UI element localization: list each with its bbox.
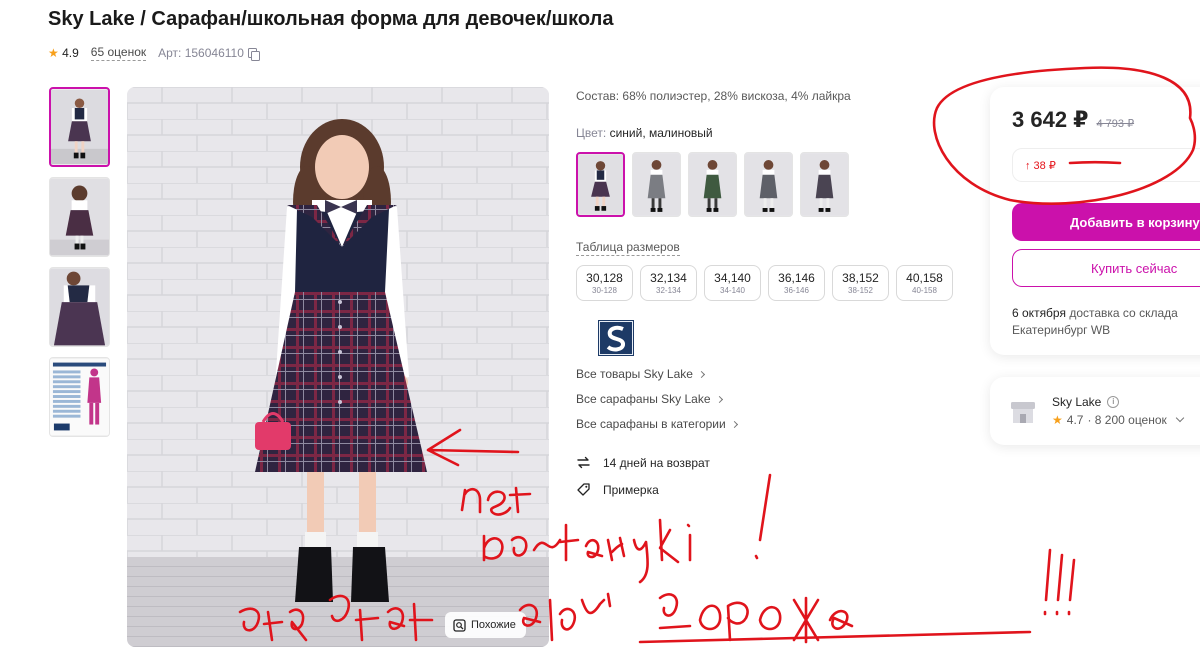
product-meta: ★ 4.9 65 оценок Арт: 156046110	[48, 45, 260, 61]
color-value: синий, малиновый	[609, 126, 713, 140]
chevron-right-icon	[730, 420, 738, 428]
size-option[interactable]: 32,134 32-134	[640, 265, 697, 301]
link-brand-sundresses[interactable]: Все сарафаны Sky Lake	[576, 392, 737, 406]
features: 14 дней на возврат Примерка	[576, 455, 710, 497]
color-label: Цвет:	[576, 126, 607, 140]
handwritten-dorozhe	[658, 593, 854, 644]
store-icon	[1011, 402, 1035, 423]
star-icon: ★	[48, 46, 59, 60]
color-swatch-2[interactable]	[632, 152, 681, 217]
thumbnail-3[interactable]	[49, 267, 110, 347]
star-icon: ★	[1052, 413, 1063, 427]
feature-fitting: Примерка	[576, 482, 710, 497]
thumbnail-list	[49, 87, 110, 437]
delivery-info: 6 октября доставка со склада Екатеринбур…	[1012, 305, 1200, 339]
add-to-cart-button[interactable]: Добавить в корзину	[1012, 203, 1200, 241]
color-swatch-3[interactable]	[688, 152, 737, 217]
seller-card[interactable]: Sky Lake i ★ 4.7 · 8 200 оценок	[990, 377, 1200, 445]
product-title: Sky Lake / Сарафан/школьная форма для де…	[48, 8, 614, 30]
size-option[interactable]: 34,140 34-140	[704, 265, 761, 301]
price-change-badge[interactable]: ↑ 38 ₽	[1012, 148, 1200, 182]
seller-name[interactable]: Sky Lake i	[1052, 395, 1120, 409]
exclamation-annotation-triple	[1043, 548, 1076, 616]
size-table-link[interactable]: Таблица размеров	[576, 240, 680, 256]
copy-icon[interactable]	[247, 47, 260, 61]
old-price: 4 793 ₽	[1096, 118, 1135, 130]
link-all-brand-items[interactable]: Все товары Sky Lake	[576, 367, 737, 381]
thumbnail-2[interactable]	[49, 177, 110, 257]
price-row: 3 642 ₽ 4 793 ₽	[1012, 107, 1134, 133]
underline-annotation	[638, 630, 1032, 644]
similar-icon	[453, 618, 466, 632]
return-icon	[577, 456, 590, 469]
info-icon[interactable]: i	[1107, 396, 1120, 408]
color-line: Цвет: синий, малиновый	[576, 126, 713, 140]
thumbnail-4-size-chart[interactable]	[49, 357, 110, 437]
reviews-link[interactable]: 65 оценок	[90, 45, 147, 61]
size-option[interactable]: 36,146 36-146	[768, 265, 825, 301]
current-price: 3 642 ₽	[1012, 107, 1089, 132]
seller-rating[interactable]: ★ 4.7 · 8 200 оценок	[1052, 413, 1185, 427]
handwritten-ki	[658, 518, 692, 564]
link-category-sundresses[interactable]: Все сарафаны в категории	[576, 417, 738, 431]
chevron-right-icon	[697, 370, 705, 378]
composition: Состав: 68% полиэстер, 28% вискоза, 4% л…	[576, 89, 851, 103]
chevron-down-icon	[1175, 413, 1185, 423]
brand-links: Все товары Sky Lake Все сарафаны Sky Lak…	[576, 367, 738, 431]
size-selector: 30,128 30-128 32,134 32-134 34,140 34-140 3…	[576, 265, 953, 301]
price-card: 3 642 ₽ 4 793 ₽ ↑ 38 ₽ Добавить в корзин…	[990, 87, 1200, 355]
color-swatch-5[interactable]	[800, 152, 849, 217]
tag-icon	[577, 483, 590, 496]
article-number[interactable]: Арт: 156046110	[158, 46, 260, 61]
color-swatches	[576, 152, 849, 217]
size-option[interactable]: 40,158 40-158	[896, 265, 953, 301]
size-option[interactable]: 38,152 38-152	[832, 265, 889, 301]
thumbnail-1[interactable]	[49, 87, 110, 167]
chevron-right-icon	[715, 395, 723, 403]
similar-button[interactable]: Похожие	[445, 612, 526, 638]
brand-logo[interactable]	[598, 320, 634, 356]
main-product-image[interactable]	[127, 87, 549, 647]
feature-return: 14 дней на возврат	[576, 455, 710, 470]
size-option[interactable]: 30,128 30-128	[576, 265, 633, 301]
exclamation-annotation	[754, 473, 772, 560]
delivery-date: 6 октября	[1012, 306, 1066, 320]
buy-now-button[interactable]: Купить сейчас	[1012, 249, 1200, 287]
color-swatch-4[interactable]	[744, 152, 793, 217]
rating: ★ 4.9	[48, 46, 79, 60]
color-swatch-1[interactable]	[576, 152, 625, 217]
